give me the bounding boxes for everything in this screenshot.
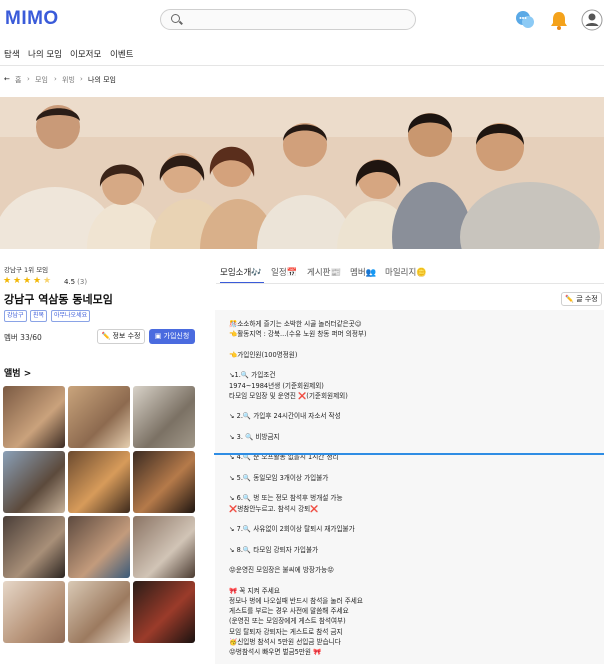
post-line: 정모나 벙에 나오실때 반드시 참석을 눌러 주세요	[229, 596, 363, 605]
post-line: ↘ 6.🔍 벙 또는 정모 참석후 벙개설 가능	[229, 494, 343, 503]
post-line: ↘ 5.🔍 동일모임 3개이상 가입불가	[229, 473, 329, 482]
join-request-button[interactable]: ▣ 가입신청	[149, 329, 195, 344]
tag-location[interactable]: 강남구	[4, 310, 27, 322]
post-line: 타모임 모임장 및 운영진 ❌(기준회원제외)	[229, 391, 348, 400]
album-photo[interactable]	[133, 516, 195, 578]
edit-info-label: 정보 수정	[112, 332, 141, 340]
bell-icon[interactable]	[548, 9, 570, 31]
top-header: MIMO	[0, 0, 604, 40]
post-line: 게스트를 부르는 경우 사전에 말씀해 주세요	[229, 607, 349, 615]
nav-item-events[interactable]: 이벤트	[110, 48, 133, 60]
album-heading[interactable]: 앨범 >	[4, 366, 31, 379]
nav-item-misc[interactable]: 이모저모	[70, 48, 101, 60]
star-icon: ★	[23, 276, 32, 286]
clipboard-icon: ▣	[154, 332, 162, 340]
tabs-divider	[216, 283, 604, 284]
overlay-highlight-line	[214, 453, 604, 455]
post-line: 모임 탈퇴자 강퇴자는 게스트로 참석 금지	[229, 627, 343, 636]
breadcrumb-separator-icon: ›	[80, 75, 83, 83]
tab-schedule[interactable]: 일정📅	[271, 266, 297, 278]
rating-score: 4.5	[64, 278, 76, 286]
user-icon[interactable]	[581, 9, 603, 31]
breadcrumb-separator-icon: ›	[27, 75, 30, 83]
album-grid	[3, 386, 195, 643]
post-line: (운영진 또는 모임장에게 게스트 참석여부)	[229, 617, 346, 626]
album-photo[interactable]	[3, 386, 65, 448]
edit-post-button[interactable]: ✏️ 글 수정	[561, 292, 602, 306]
group-title: 강남구 역삼동 동네모임	[4, 293, 113, 306]
post-line: ↘ 2.🔍 가입후 24시간이내 자소서 작성	[229, 412, 341, 421]
search-input[interactable]	[160, 9, 416, 30]
post-line: ↘ 8.🔍 타모임 강퇴자 가입불가	[229, 545, 319, 554]
post-line: 😡운영진 모임장은 불씨에 방장가능😡	[229, 566, 334, 574]
album-photo[interactable]	[133, 451, 195, 513]
album-photo[interactable]	[133, 581, 195, 643]
search-icon	[171, 14, 180, 23]
chat-bubbles-icon[interactable]	[514, 9, 536, 31]
post-line: 😡벙참석시 빠우면 벌금5만원 🎀	[229, 648, 322, 656]
half-star-icon: ★	[43, 276, 52, 286]
member-count: 멤버 33/60	[4, 333, 42, 342]
star-icon: ★	[3, 276, 12, 286]
pencil-icon: ✏️	[565, 295, 574, 303]
post-line: 🥳신입벙 참석시 5만원 선입금 받습니다	[229, 637, 341, 646]
post-line: ↘1.🔍 가입조건	[229, 371, 276, 380]
post-line: 👈가입인원(100명정원)	[229, 350, 298, 359]
tag-category[interactable]: 친목	[30, 310, 48, 322]
post-line: 🎊소소하게 즐기는 소박한 시골 놀러터같은곳😉	[229, 320, 362, 328]
nav-item-my-groups[interactable]: 나의 모임	[28, 48, 62, 60]
album-photo[interactable]	[68, 581, 130, 643]
post-line: 👈활동지역 : 강북...(수유 노원 창동 퍼머 의정부)	[229, 330, 367, 339]
star-icon: ★	[13, 276, 22, 286]
back-arrow-icon[interactable]: ←	[4, 75, 10, 83]
group-photo	[0, 97, 604, 249]
post-line: ↘ 3. 🔍 비방금지	[229, 432, 280, 441]
album-photo[interactable]	[133, 386, 195, 448]
breadcrumb-separator-icon: ›	[54, 75, 57, 83]
post-line: 🎀 꼭 지켜 주세요	[229, 586, 280, 595]
intro-post: 🎊소소하게 즐기는 소박한 시골 놀러터같은곳😉 👈활동지역 : 강북...(수유…	[215, 310, 604, 664]
nav-divider	[0, 65, 604, 66]
tab-board[interactable]: 게시판📰	[307, 266, 341, 278]
tab-mileage[interactable]: 마일리지🪙	[385, 266, 427, 278]
group-cover-image	[0, 97, 604, 249]
album-photo[interactable]	[68, 386, 130, 448]
breadcrumb-weaving[interactable]: 위빙	[62, 75, 75, 85]
breadcrumb-groups[interactable]: 모임	[35, 75, 48, 85]
breadcrumb-current: 나의 모임	[88, 76, 116, 84]
tab-intro[interactable]: 모임소개🎶	[220, 266, 262, 278]
album-photo[interactable]	[3, 581, 65, 643]
group-rank-label: 강남구 1위 모임	[4, 266, 49, 274]
main-nav: 탐색 나의 모임 이모저모 이벤트	[0, 45, 604, 65]
rating-count: (3)	[77, 278, 88, 286]
tag-open[interactable]: 아무나오세요	[51, 310, 91, 322]
tab-members[interactable]: 멤버👥	[350, 266, 376, 278]
album-photo[interactable]	[3, 516, 65, 578]
rating-value: 4.5 (3)	[64, 278, 87, 286]
album-photo[interactable]	[68, 451, 130, 513]
join-request-label: 가입신청	[163, 332, 190, 340]
star-icon: ★	[33, 276, 42, 286]
post-line: 1974~1984년생 (기준회원제외)	[229, 381, 324, 390]
album-photo[interactable]	[3, 451, 65, 513]
logo[interactable]: MIMO	[5, 8, 59, 30]
post-line: ❌벙참안누르고. 참석시 강퇴❌	[229, 504, 319, 513]
album-photo[interactable]	[68, 516, 130, 578]
nav-item-explore[interactable]: 탐색	[4, 48, 20, 60]
edit-info-button[interactable]: ✏️ 정보 수정	[97, 329, 145, 344]
edit-post-label: 글 수정	[576, 295, 598, 303]
post-line: ↘ 7.🔍 사유없이 2회이상 탈퇴시 재가입불가	[229, 525, 355, 533]
pencil-icon: ✏️	[101, 332, 111, 340]
breadcrumb-home[interactable]: 홈	[15, 75, 21, 85]
